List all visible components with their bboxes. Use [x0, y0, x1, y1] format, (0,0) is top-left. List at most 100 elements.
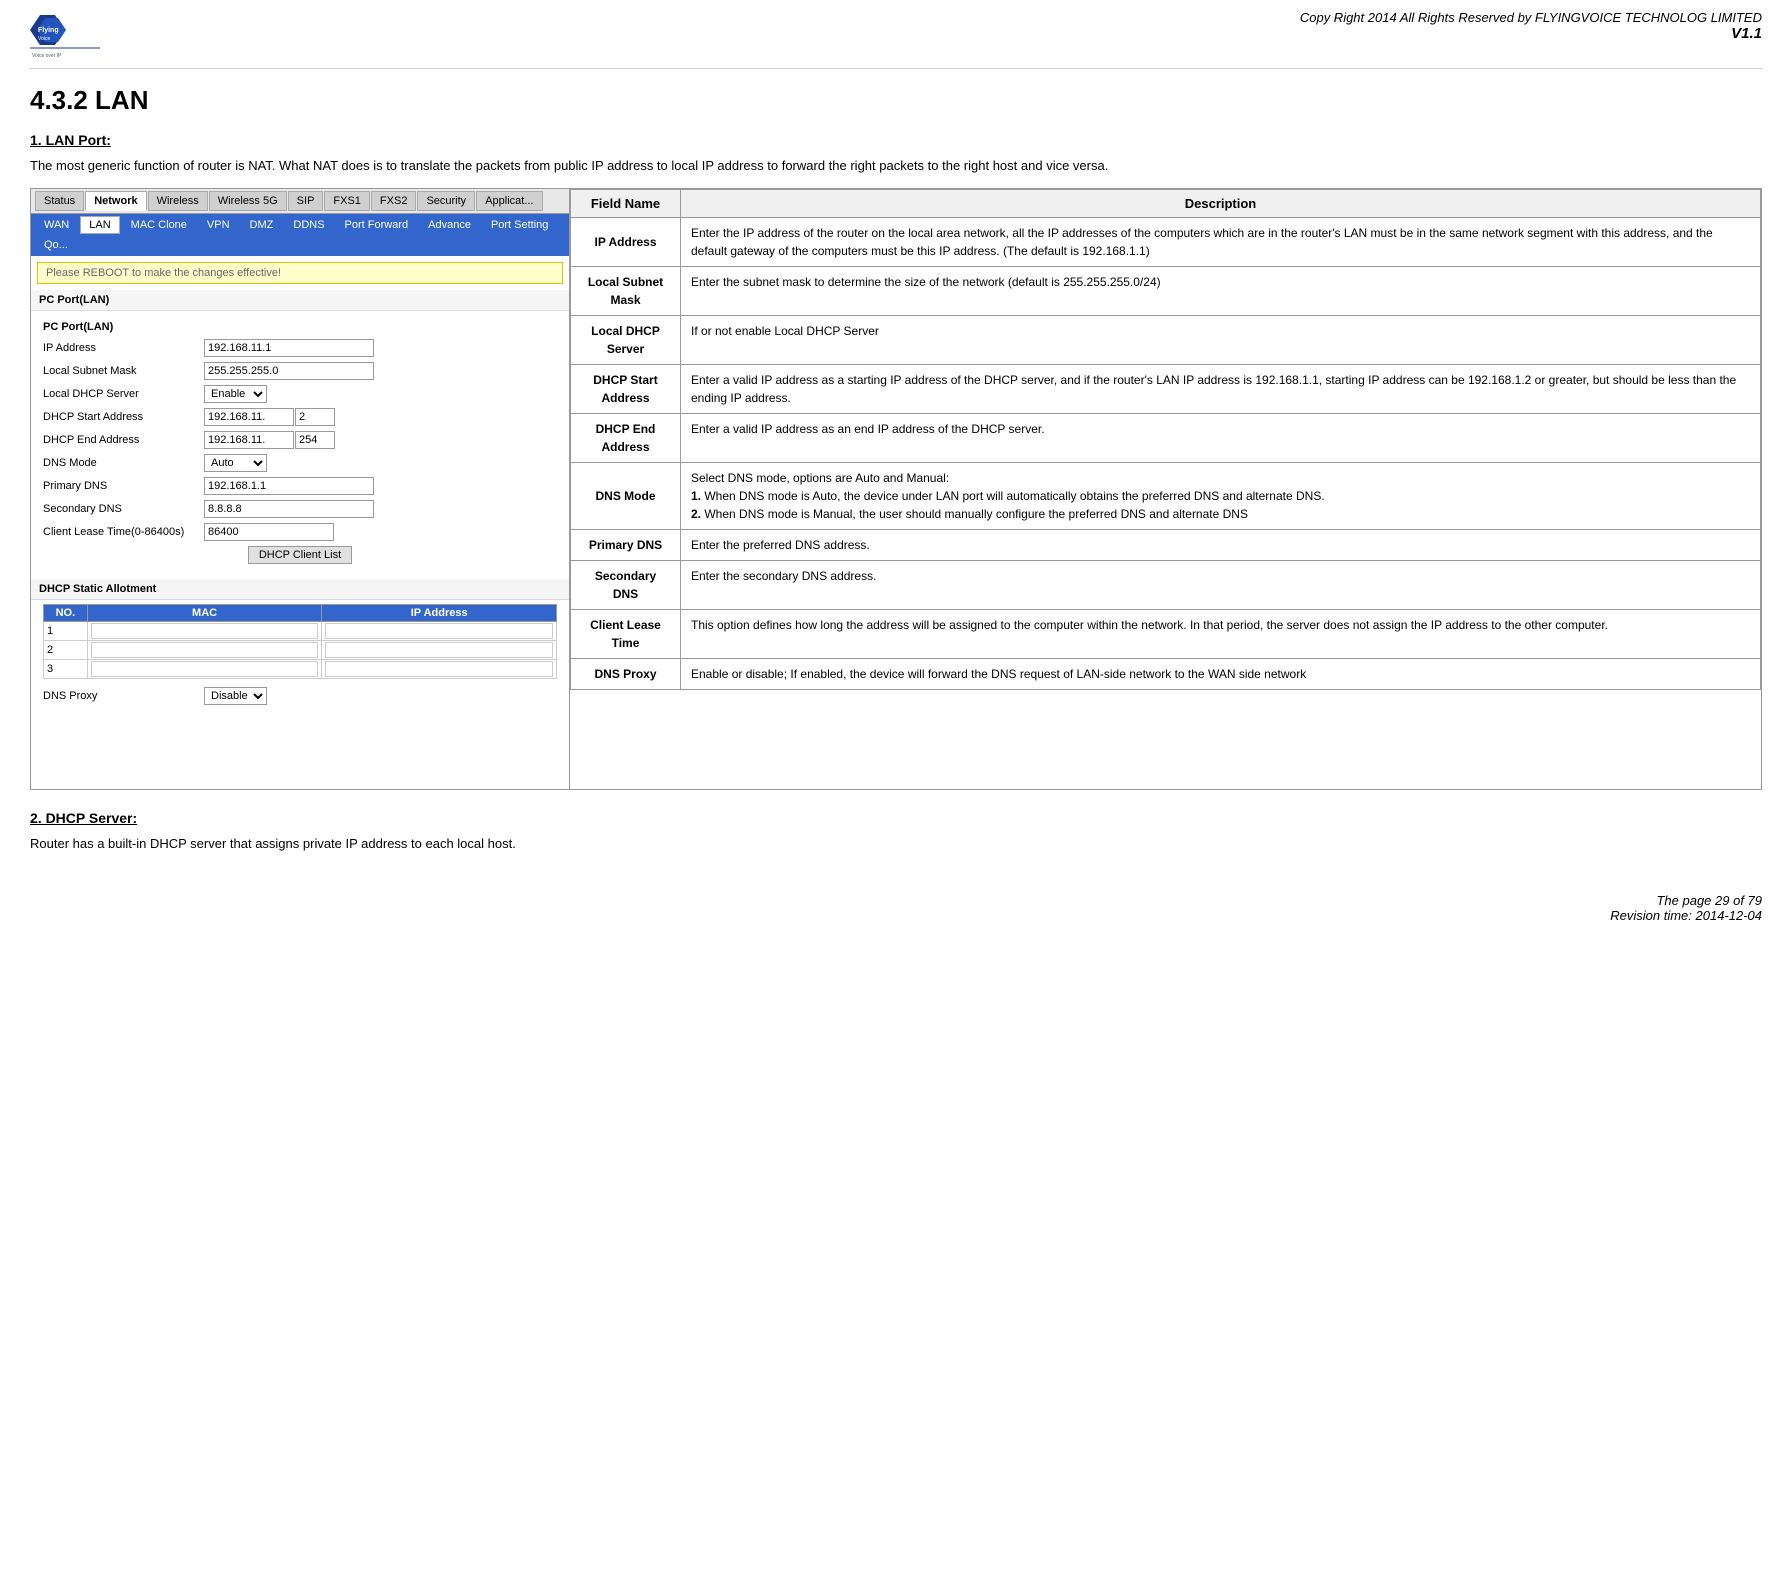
- dhcp-server-select[interactable]: Enable Disable: [204, 385, 267, 403]
- row2-mac-input[interactable]: [91, 642, 319, 658]
- sub-nav: WAN LAN MAC Clone VPN DMZ DDNS Port Forw…: [31, 214, 569, 256]
- static-allotment-table: NO. MAC IP Address 1 2 3: [43, 604, 557, 679]
- ip-address-input[interactable]: [204, 339, 374, 357]
- row3-mac: [87, 659, 322, 678]
- dhcp-server-label: Local DHCP Server: [43, 388, 198, 400]
- desc-col-field-header: Field Name: [571, 189, 681, 217]
- desc-lease-time: This option defines how long the address…: [681, 609, 1761, 658]
- desc-row-secondary-dns: Secondary DNS Enter the secondary DNS ad…: [571, 560, 1761, 609]
- nav-tab-applicat[interactable]: Applicat...: [476, 191, 542, 211]
- dhcp-start-prefix-input[interactable]: [204, 408, 294, 426]
- desc-primary-dns: Enter the preferred DNS address.: [681, 529, 1761, 560]
- sub-tab-wan[interactable]: WAN: [35, 216, 78, 234]
- desc-row-dhcp-end: DHCP End Address Enter a valid IP addres…: [571, 413, 1761, 462]
- nav-tab-security[interactable]: Security: [417, 191, 475, 211]
- desc-row-dhcp-start: DHCP Start Address Enter a valid IP addr…: [571, 364, 1761, 413]
- sub-tab-portsetting[interactable]: Port Setting: [482, 216, 557, 234]
- left-panel-spacer: [31, 709, 569, 789]
- row3-ip-input[interactable]: [325, 661, 553, 677]
- nav-tab-sip[interactable]: SIP: [288, 191, 324, 211]
- col-ip-header: IP Address: [322, 604, 557, 621]
- desc-row-primary-dns: Primary DNS Enter the preferred DNS addr…: [571, 529, 1761, 560]
- sub-tab-vpn[interactable]: VPN: [198, 216, 239, 234]
- field-ip-address: IP Address: [571, 217, 681, 266]
- desc-dns-mode: Select DNS mode, options are Auto and Ma…: [681, 462, 1761, 529]
- sub-tab-macclone[interactable]: MAC Clone: [122, 216, 196, 234]
- nav-tab-fxs2[interactable]: FXS2: [371, 191, 417, 211]
- row2-no: 2: [44, 640, 88, 659]
- desc-row-dns-mode: DNS Mode Select DNS mode, options are Au…: [571, 462, 1761, 529]
- sub-tab-lan[interactable]: LAN: [80, 216, 119, 234]
- sub-tab-qos[interactable]: Qo...: [35, 236, 77, 254]
- sub-tab-portforward[interactable]: Port Forward: [336, 216, 418, 234]
- dns-mode-select[interactable]: Auto Manual: [204, 454, 267, 472]
- pc-port-section-title: PC Port(LAN): [31, 290, 569, 311]
- row2-ip-input[interactable]: [325, 642, 553, 658]
- secondary-dns-input[interactable]: [204, 500, 374, 518]
- dns-proxy-row: DNS Proxy Disable Enable: [31, 683, 569, 709]
- row1-ip: [322, 621, 557, 640]
- nav-bar: Status Network Wireless Wireless 5G SIP …: [31, 189, 569, 214]
- dhcp-client-btn-row: DHCP Client List: [43, 546, 557, 564]
- desc-row-dns-proxy: DNS Proxy Enable or disable; If enabled,…: [571, 658, 1761, 689]
- desc-dhcp-server: If or not enable Local DHCP Server: [681, 315, 1761, 364]
- row3-ip: [322, 659, 557, 678]
- ip-address-label: IP Address: [43, 342, 198, 354]
- primary-dns-row: Primary DNS: [43, 477, 557, 495]
- static-row-3: 3: [44, 659, 557, 678]
- svg-text:Flying: Flying: [38, 27, 59, 34]
- dns-mode-row: DNS Mode Auto Manual: [43, 454, 557, 472]
- svg-text:Voice: Voice: [38, 36, 50, 42]
- desc-subnet-mask: Enter the subnet mask to determine the s…: [681, 266, 1761, 315]
- field-dns-proxy: DNS Proxy: [571, 658, 681, 689]
- header-copyright: Copy Right 2014 All Rights Reserved by F…: [1300, 10, 1762, 42]
- static-allotment-title: DHCP Static Allotment: [31, 579, 569, 600]
- dhcp-end-prefix-input[interactable]: [204, 431, 294, 449]
- lease-time-input[interactable]: [204, 523, 334, 541]
- description-table: Field Name Description IP Address Enter …: [570, 189, 1761, 690]
- description-panel: Field Name Description IP Address Enter …: [570, 188, 1762, 790]
- dns-proxy-select[interactable]: Disable Enable: [204, 687, 267, 705]
- nav-tab-status[interactable]: Status: [35, 191, 84, 211]
- field-dhcp-end: DHCP End Address: [571, 413, 681, 462]
- field-subnet-mask: Local Subnet Mask: [571, 266, 681, 315]
- sub-tab-advance[interactable]: Advance: [419, 216, 480, 234]
- nav-tab-network[interactable]: Network: [85, 191, 146, 211]
- desc-row-subnet: Local Subnet Mask Enter the subnet mask …: [571, 266, 1761, 315]
- dhcp-start-row: DHCP Start Address: [43, 408, 557, 426]
- static-row-1: 1: [44, 621, 557, 640]
- router-ui-panel: Status Network Wireless Wireless 5G SIP …: [30, 188, 570, 790]
- dhcp-start-last-input[interactable]: [295, 408, 335, 426]
- svg-text:Voice over IP: Voice over IP: [32, 53, 62, 59]
- secondary-dns-row: Secondary DNS: [43, 500, 557, 518]
- nav-tab-wireless5g[interactable]: Wireless 5G: [209, 191, 287, 211]
- sub-tab-dmz[interactable]: DMZ: [241, 216, 283, 234]
- subnet-mask-label: Local Subnet Mask: [43, 365, 198, 377]
- row1-ip-input[interactable]: [325, 623, 553, 639]
- sub-tab-ddns[interactable]: DDNS: [284, 216, 333, 234]
- primary-dns-label: Primary DNS: [43, 480, 198, 492]
- dhcp-end-last-input[interactable]: [295, 431, 335, 449]
- content-area: Status Network Wireless Wireless 5G SIP …: [30, 188, 1762, 790]
- desc-ip-address: Enter the IP address of the router on th…: [681, 217, 1761, 266]
- field-dhcp-start: DHCP Start Address: [571, 364, 681, 413]
- nav-tab-fxs1[interactable]: FXS1: [324, 191, 370, 211]
- desc-dhcp-start: Enter a valid IP address as a starting I…: [681, 364, 1761, 413]
- field-primary-dns: Primary DNS: [571, 529, 681, 560]
- sub1-title: 1. LAN Port:: [30, 132, 1762, 148]
- ip-address-row: IP Address: [43, 339, 557, 357]
- subnet-mask-input[interactable]: [204, 362, 374, 380]
- desc-col-desc-header: Description: [681, 189, 1761, 217]
- dhcp-server-row: Local DHCP Server Enable Disable: [43, 385, 557, 403]
- dhcp-client-list-btn[interactable]: DHCP Client List: [248, 546, 352, 564]
- row1-mac-input[interactable]: [91, 623, 319, 639]
- nav-tab-wireless[interactable]: Wireless: [148, 191, 208, 211]
- row3-no: 3: [44, 659, 88, 678]
- row2-mac: [87, 640, 322, 659]
- row3-mac-input[interactable]: [91, 661, 319, 677]
- dhcp-end-label: DHCP End Address: [43, 434, 198, 446]
- desc-dhcp-end: Enter a valid IP address as an end IP ad…: [681, 413, 1761, 462]
- row1-no: 1: [44, 621, 88, 640]
- primary-dns-input[interactable]: [204, 477, 374, 495]
- section-title: 4.3.2 LAN: [30, 85, 1762, 116]
